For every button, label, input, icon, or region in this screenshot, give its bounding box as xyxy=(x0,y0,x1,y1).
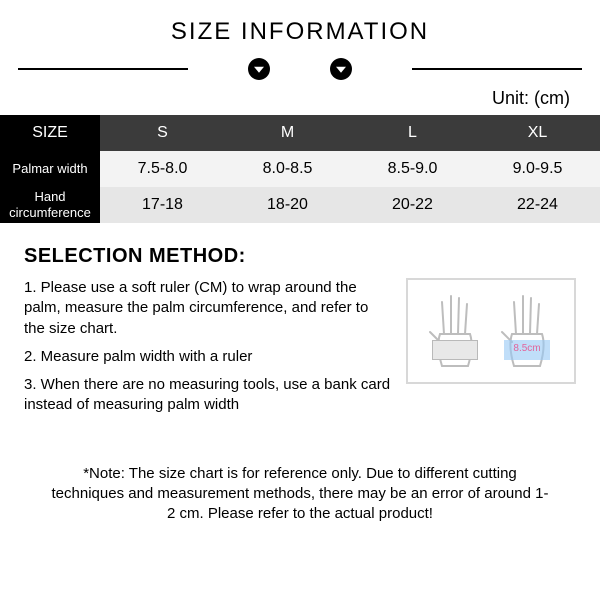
method-steps: 1. Please use a soft ruler (CM) to wrap … xyxy=(24,278,392,424)
measure-label: 8.5cm xyxy=(513,343,540,354)
col-header: S xyxy=(100,115,225,151)
unit-label: Unit: (cm) xyxy=(0,88,600,115)
cell: 22-24 xyxy=(475,187,600,223)
cell: 18-20 xyxy=(225,187,350,223)
cell: 7.5-8.0 xyxy=(100,151,225,187)
footnote: *Note: The size chart is for reference o… xyxy=(0,424,600,525)
cell: 17-18 xyxy=(100,187,225,223)
table-row: Hand circumference 17-18 18-20 20-22 22-… xyxy=(0,187,600,223)
list-item: 3. When there are no measuring tools, us… xyxy=(24,375,392,416)
size-chart-table: SIZE S M L XL Palmar width 7.5-8.0 8.0-8… xyxy=(0,115,600,223)
col-header: L xyxy=(350,115,475,151)
hand-illustration: 8.5cm xyxy=(406,278,576,384)
cell: 8.5-9.0 xyxy=(350,151,475,187)
cell: 20-22 xyxy=(350,187,475,223)
list-item: 2. Measure palm width with a ruler xyxy=(24,347,392,367)
col-header: SIZE xyxy=(0,115,100,151)
divider xyxy=(0,58,600,80)
page-title: SIZE INFORMATION xyxy=(0,18,600,46)
cell: 8.0-8.5 xyxy=(225,151,350,187)
col-header: M xyxy=(225,115,350,151)
col-header: XL xyxy=(475,115,600,151)
hand-width-icon: 8.5cm xyxy=(496,288,558,374)
row-label: Palmar width xyxy=(0,151,100,187)
table-row: Palmar width 7.5-8.0 8.0-8.5 8.5-9.0 9.0… xyxy=(0,151,600,187)
method-title: SELECTION METHOD: xyxy=(24,245,576,268)
chevron-down-icon xyxy=(248,58,270,80)
list-item: 1. Please use a soft ruler (CM) to wrap … xyxy=(24,278,392,339)
chevron-down-icon xyxy=(330,58,352,80)
cell: 9.0-9.5 xyxy=(475,151,600,187)
hand-circumference-icon xyxy=(424,288,486,374)
row-label: Hand circumference xyxy=(0,187,100,223)
